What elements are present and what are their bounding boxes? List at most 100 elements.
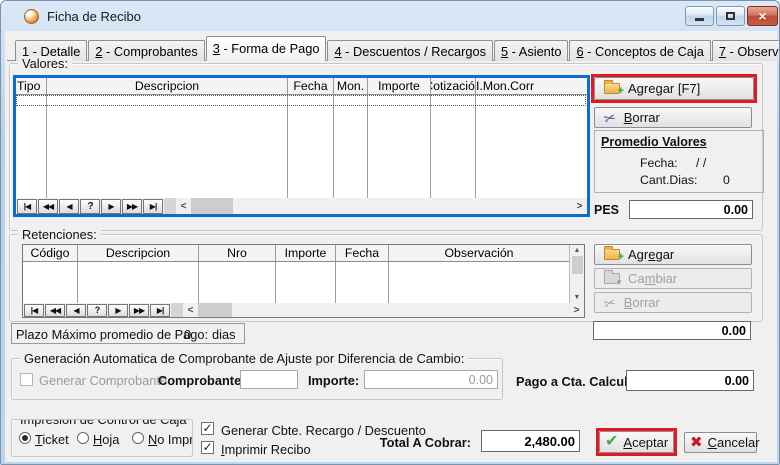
scroll-up-icon[interactable]: ▲ (574, 245, 581, 256)
window-controls: × (685, 6, 778, 26)
scroll-left-icon[interactable]: < (176, 201, 191, 212)
column-header: Mon. (334, 78, 368, 94)
add-folder-icon: + (604, 249, 620, 260)
plazo-value: 0 (184, 327, 191, 342)
cancelar-button[interactable]: ✖ Cancelar (684, 432, 757, 453)
nav-last-icon: ▶| (157, 306, 163, 315)
scroll-right-icon[interactable]: > (569, 305, 584, 316)
ticket-radio[interactable] (19, 432, 31, 444)
nav-last-icon: ▶| (150, 202, 156, 211)
column-header: Nro (199, 245, 276, 261)
ficha-de-recibo-dialog: Ficha de Recibo × 1 - Detalle 2 - Compro… (0, 0, 780, 465)
valores-grid-header: Tipo Descripcion Fecha Mon. Importe Coti… (16, 78, 587, 95)
window-title: Ficha de Recibo (47, 9, 141, 24)
promedio-title: Promedio Valores (601, 135, 707, 149)
tab-strip: 1 - Detalle 2 - Comprobantes 3 - Forma d… (7, 36, 775, 61)
valores-borrar-button[interactable]: ✂ Borrar (594, 107, 752, 128)
nav-fast-back-icon: ◀◀ (43, 202, 53, 211)
column-header: Descripcion (47, 78, 288, 94)
column-header: Importe (276, 245, 336, 261)
imprimir-recibo-checkbox[interactable]: ✓ (201, 441, 214, 454)
cancel-cross-icon: ✖ (690, 435, 703, 450)
tab-comprobantes[interactable]: 2 - Comprobantes (88, 40, 204, 61)
agregar-f7-highlight: + Agregar [F7] (591, 74, 757, 103)
retenciones-grid-body[interactable] (23, 262, 569, 303)
total-a-cobrar-field[interactable]: 2,480.00 (481, 430, 580, 452)
comprobante-label: Comprobante: (158, 373, 245, 388)
tab-conceptos-de-caja[interactable]: 6 - Conceptos de Caja (569, 40, 710, 61)
agregar-f7-button[interactable]: + Agregar [F7] (594, 77, 754, 100)
nav-last-button[interactable]: ▶| (150, 304, 170, 317)
retenciones-total-field[interactable]: 0.00 (593, 321, 751, 340)
aceptar-highlight: ✔ Aceptar (596, 428, 677, 456)
column-header: Cotización (431, 78, 476, 94)
nav-next-button[interactable]: ▶ (108, 304, 128, 317)
tab-observacion[interactable]: 7 - Observación (712, 40, 780, 61)
scrollbar-thumb[interactable] (191, 198, 233, 214)
scrollbar-thumb[interactable] (198, 303, 232, 317)
minimize-button[interactable] (685, 6, 714, 26)
scissors-icon: ✂ (602, 109, 617, 126)
retenciones-vertical-scrollbar[interactable]: ▲ ▼ (569, 245, 584, 303)
column-header: Fecha (336, 245, 389, 261)
retenciones-grid-header: Código Descripcion Nro Importe Fecha Obs… (23, 245, 569, 262)
nav-fast-back-button[interactable]: ◀◀ (38, 199, 58, 214)
hoja-radio[interactable] (77, 432, 89, 444)
nav-first-button[interactable]: |◀ (24, 304, 44, 317)
tab-asiento[interactable]: 5 - Asiento (494, 40, 568, 61)
scrollbar-thumb[interactable] (572, 256, 583, 274)
scroll-right-icon[interactable]: > (572, 201, 587, 212)
nav-help-button[interactable]: ? (80, 199, 100, 214)
valores-grid-navigator: |◀ ◀◀ ◀ ? ▶ ▶▶ ▶| < > (16, 198, 587, 214)
retenciones-agregar-button[interactable]: + Agregar (594, 244, 752, 265)
accept-check-icon: ✔ (605, 434, 618, 450)
plazo-unit: dias (212, 327, 235, 342)
retenciones-group-label: Retenciones: (18, 227, 101, 242)
nav-fast-forward-button[interactable]: ▶▶ (129, 304, 149, 317)
valores-horizontal-scrollbar[interactable]: < > (164, 198, 587, 214)
valores-grid[interactable]: Tipo Descripcion Fecha Mon. Importe Coti… (13, 75, 590, 217)
column-header: Observación (389, 245, 569, 261)
nav-fast-back-icon: ◀◀ (50, 306, 60, 315)
generar-recargo-checkbox[interactable]: ✓ (201, 422, 214, 435)
nav-fast-forward-button[interactable]: ▶▶ (122, 199, 142, 214)
pago-cta-field[interactable]: 0.00 (626, 370, 754, 391)
column-header: Código (23, 245, 78, 261)
nav-help-button[interactable]: ? (87, 304, 107, 317)
nav-prev-button[interactable]: ◀ (66, 304, 86, 317)
aceptar-button[interactable]: ✔ Aceptar (599, 431, 674, 453)
close-button[interactable]: × (747, 6, 778, 26)
ticket-radio-label: Ticket (35, 432, 69, 447)
nav-last-button[interactable]: ▶| (143, 199, 163, 214)
maximize-button[interactable] (716, 6, 745, 26)
nav-prev-icon: ◀ (66, 202, 71, 211)
valores-grid-body[interactable] (16, 95, 587, 198)
nav-fast-forward-icon: ▶▶ (127, 202, 137, 211)
nav-next-button[interactable]: ▶ (101, 199, 121, 214)
column-header: I.Mon.Corr (476, 78, 587, 94)
promedio-valores-panel: Promedio Valores Fecha: / / Cant.Dias: 0 (594, 130, 764, 193)
scroll-left-icon[interactable]: < (183, 305, 198, 316)
valores-group-label: Valores: (18, 56, 72, 71)
tab-forma-de-pago[interactable]: 3 - Forma de Pago (206, 36, 327, 61)
tab-descuentos-recargos[interactable]: 4 - Descuentos / Recargos (327, 40, 493, 61)
nav-fast-back-button[interactable]: ◀◀ (45, 304, 65, 317)
scrollbar-gap (171, 303, 183, 317)
column-header: Tipo (16, 78, 47, 94)
titlebar[interactable]: Ficha de Recibo × (1, 1, 780, 31)
nav-prev-button[interactable]: ◀ (59, 199, 79, 214)
check-icon: ✓ (202, 440, 212, 454)
pes-total-field[interactable]: 0.00 (629, 200, 753, 219)
current-row-marker (16, 95, 586, 106)
promedio-fecha-value: / / (696, 156, 706, 170)
scrollbar-gap (164, 198, 176, 214)
nav-first-button[interactable]: |◀ (17, 199, 37, 214)
column-header: Importe (368, 78, 431, 94)
impresion-group: Impresión de Control de Caja Ticket Hoja… (11, 419, 193, 457)
retenciones-horizontal-scrollbar[interactable]: < > (171, 303, 584, 317)
scroll-down-icon[interactable]: ▼ (574, 292, 581, 303)
promedio-cantdias-label: Cant.Dias: (640, 173, 697, 187)
retenciones-grid[interactable]: Código Descripcion Nro Importe Fecha Obs… (22, 244, 585, 318)
plazo-panel: Plazo Máximo promedio de Pago: 0 dias (11, 323, 245, 344)
no-imprimir-radio[interactable] (132, 432, 144, 444)
